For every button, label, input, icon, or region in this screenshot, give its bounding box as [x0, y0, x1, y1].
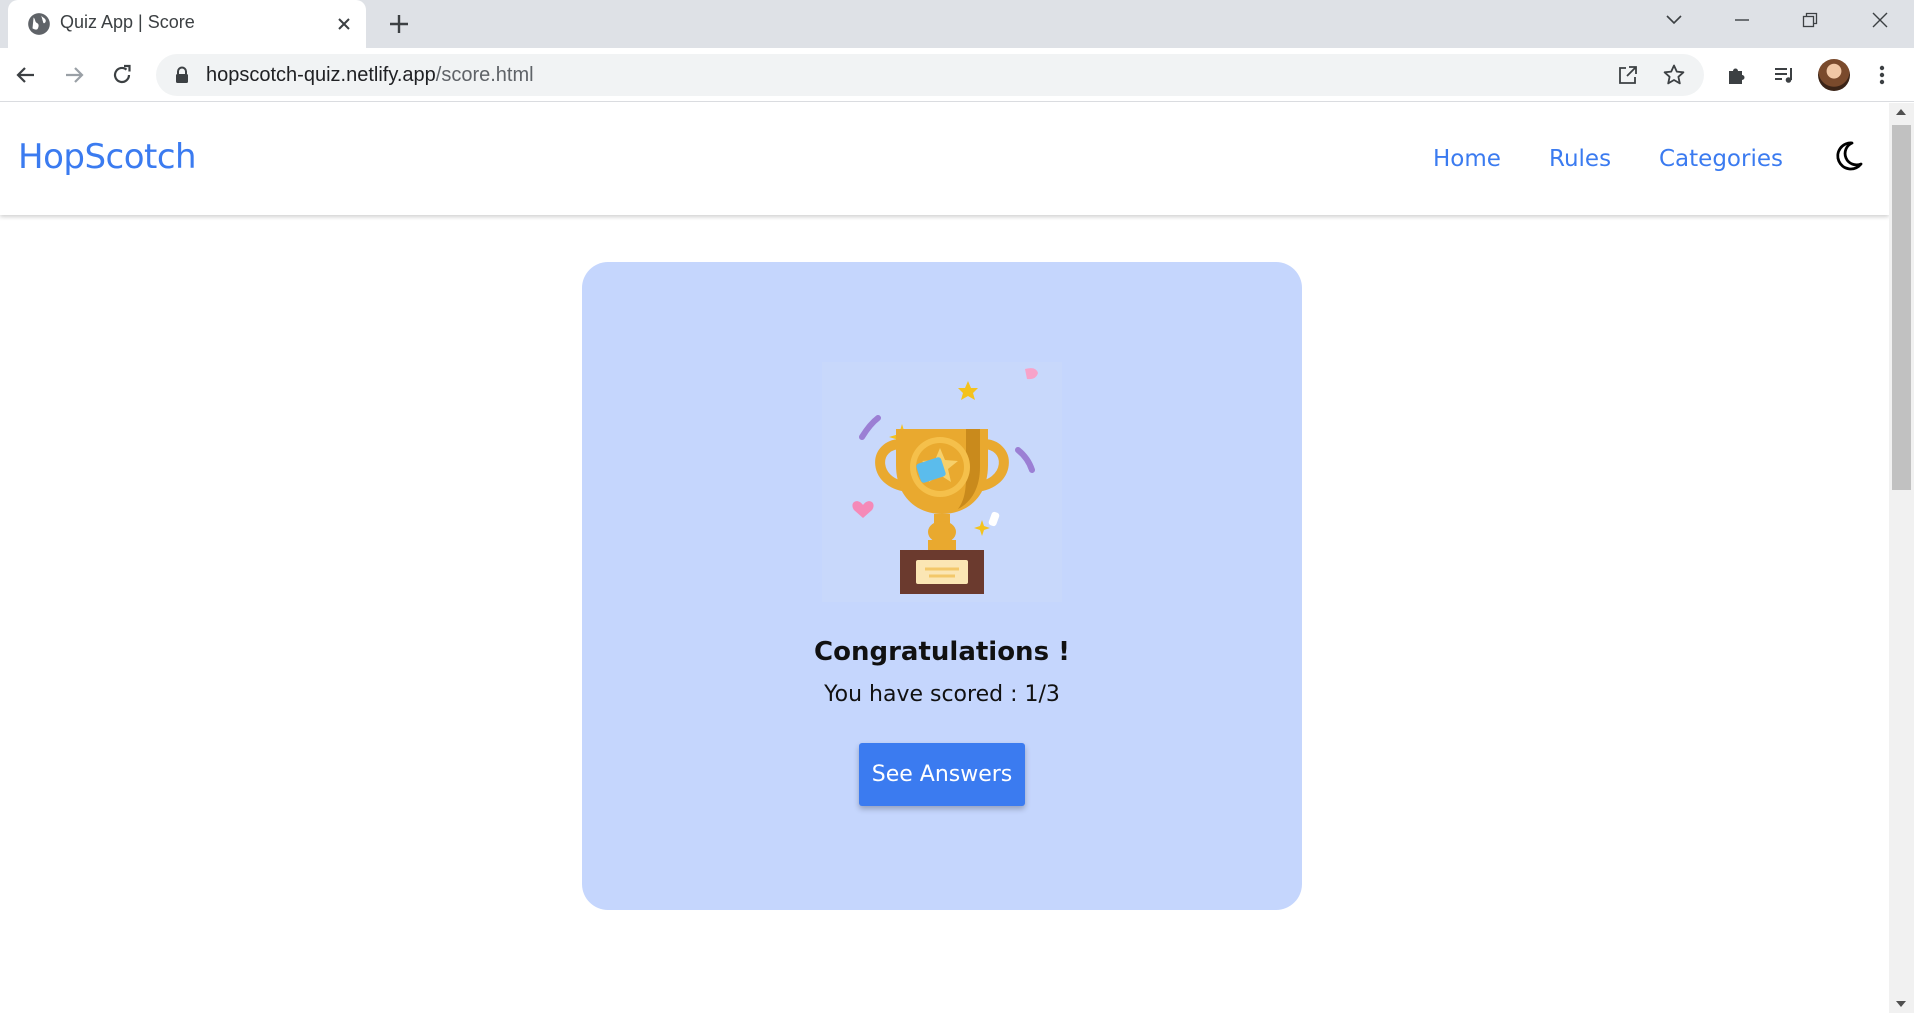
back-arrow-icon[interactable]	[6, 55, 46, 95]
share-icon[interactable]	[1612, 59, 1644, 91]
brand-logo[interactable]: HopScotch	[18, 137, 197, 177]
forward-arrow-icon[interactable]	[54, 55, 94, 95]
trophy-illustration	[822, 362, 1062, 602]
window-close-icon[interactable]	[1846, 0, 1914, 40]
media-list-icon[interactable]	[1764, 55, 1804, 95]
restore-icon[interactable]	[1776, 0, 1844, 40]
profile-avatar[interactable]	[1818, 59, 1850, 91]
see-answers-button[interactable]: See Answers	[859, 743, 1025, 806]
browser-toolbar: hopscotch-quiz.netlify.app/score.html	[0, 48, 1914, 102]
reload-icon[interactable]	[102, 55, 142, 95]
scroll-down-arrow-icon[interactable]	[1896, 1001, 1906, 1007]
star-icon[interactable]	[1658, 59, 1690, 91]
plus-icon[interactable]	[383, 8, 415, 40]
scrollbar-thumb[interactable]	[1892, 125, 1911, 490]
address-bar[interactable]: hopscotch-quiz.netlify.app/score.html	[156, 54, 1704, 96]
scroll-up-arrow-icon[interactable]	[1896, 109, 1906, 115]
nav-link-home[interactable]: Home	[1433, 146, 1501, 172]
nav-link-rules[interactable]: Rules	[1549, 146, 1611, 172]
nav-link-categories[interactable]: Categories	[1659, 146, 1783, 172]
globe-icon	[28, 13, 50, 35]
chevron-down-icon[interactable]	[1640, 0, 1708, 40]
moon-icon[interactable]	[1830, 138, 1866, 174]
page-viewport: HopScotch Home Rules Categories Congratu…	[0, 103, 1889, 1013]
score-card: Congratulations ! You have scored : 1/3 …	[582, 262, 1302, 910]
minimize-icon[interactable]	[1708, 0, 1776, 40]
puzzle-icon[interactable]	[1717, 55, 1757, 95]
site-navbar: HopScotch Home Rules Categories	[0, 103, 1889, 215]
kebab-menu-icon[interactable]	[1862, 55, 1902, 95]
close-icon[interactable]	[330, 10, 358, 38]
browser-tab[interactable]: Quiz App | Score	[8, 0, 366, 48]
lock-icon[interactable]	[174, 66, 190, 84]
url-text[interactable]: hopscotch-quiz.netlify.app/score.html	[206, 64, 534, 87]
congratulations-heading: Congratulations !	[814, 637, 1070, 667]
page-scrollbar[interactable]	[1889, 103, 1914, 1013]
tab-strip: Quiz App | Score	[0, 0, 1914, 48]
score-text: You have scored : 1/3	[824, 682, 1060, 707]
tab-title: Quiz App | Score	[60, 12, 195, 32]
